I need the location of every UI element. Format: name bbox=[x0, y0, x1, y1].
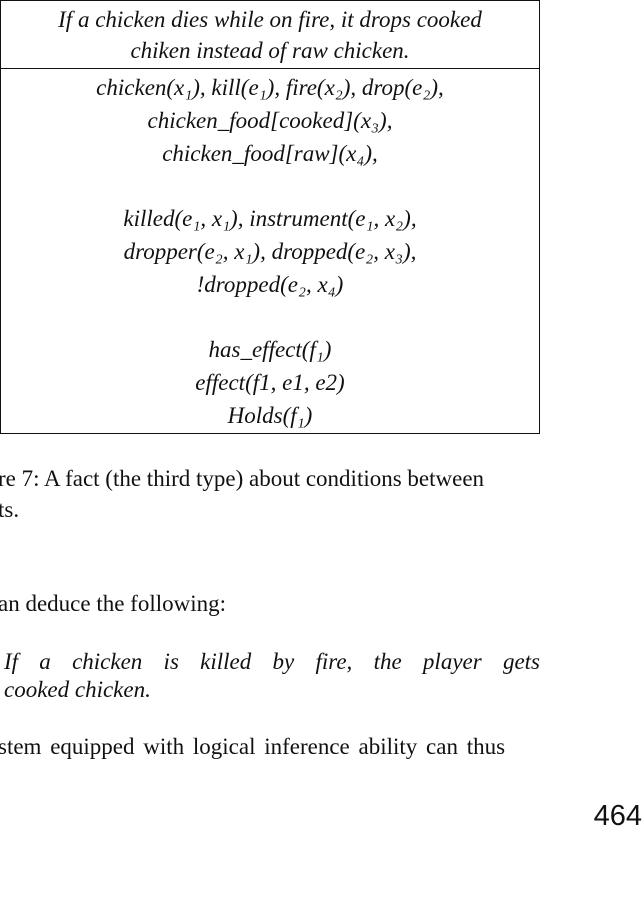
formula-line: Holds(f₁) bbox=[227, 403, 313, 428]
formula-line: chicken(x₁), kill(e₁), fire(x₂), drop(e₂… bbox=[96, 75, 444, 100]
body-text-deduce: an deduce the following: bbox=[0, 591, 227, 616]
statement-line-2: chiken instead of raw chicken. bbox=[130, 38, 410, 63]
formula-line: effect(f1, e1, e2) bbox=[195, 370, 345, 395]
formula-line: chicken_food[cooked](x₃), bbox=[147, 108, 393, 133]
formula-line: killed(e₁, x₁), instrument(e₁, x₂), bbox=[123, 206, 417, 231]
logical-form: chicken(x₁), kill(e₁), fire(x₂), drop(e₂… bbox=[1, 69, 539, 432]
conclusion-line-2: cooked chicken. bbox=[4, 677, 151, 702]
figure-statement: If a chicken dies while on fire, it drop… bbox=[1, 1, 539, 69]
formula-line: dropper(e₂, x₁), dropped(e₂, x₃), bbox=[123, 239, 417, 264]
page-number: 464 bbox=[593, 800, 642, 832]
conclusion-line-1: If a chicken is killed by fire, the play… bbox=[4, 649, 540, 674]
body-text-system: stem equipped with logical inference abi… bbox=[0, 734, 506, 759]
formula-line: has_effect(f₁) bbox=[208, 337, 332, 362]
formula-line: !dropped(e₂, x₄) bbox=[196, 272, 344, 297]
statement-line-1: If a chicken dies while on fire, it drop… bbox=[58, 7, 482, 32]
formula-line: chicken_food[raw](x₄), bbox=[162, 141, 378, 166]
figure-caption-line-2: ts. bbox=[0, 497, 20, 522]
figure-box: If a chicken dies while on fire, it drop… bbox=[0, 0, 540, 434]
figure-caption-line-1: re 7: A fact (the third type) about cond… bbox=[0, 466, 485, 491]
